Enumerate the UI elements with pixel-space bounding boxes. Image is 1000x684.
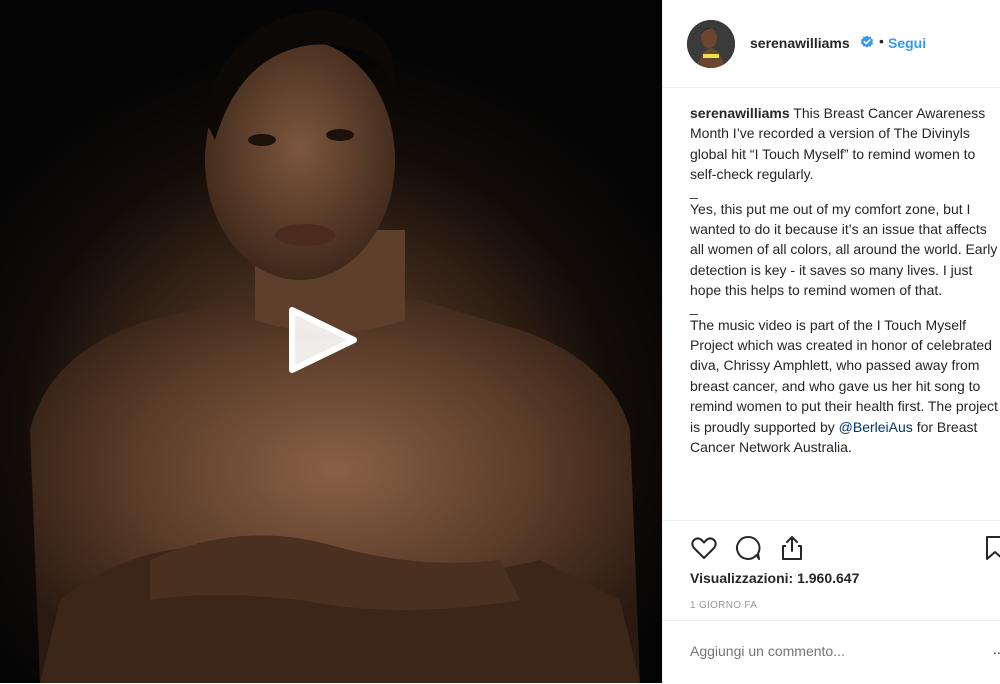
post-caption: serenawilliams This Breast Cancer Awaren…	[690, 103, 1000, 458]
post-modal: serenawilliams • Segui serenawilliams Th…	[0, 0, 1000, 683]
comment-input[interactable]	[690, 643, 970, 659]
caption-paragraph: Yes, this put me out of my comfort zone,…	[690, 200, 998, 299]
mention-link[interactable]: @BerleiAus	[839, 419, 913, 435]
caption-separator: _	[690, 298, 698, 315]
username-link[interactable]: serenawilliams	[750, 35, 850, 51]
caption-separator: _	[690, 182, 698, 199]
post-video[interactable]	[0, 0, 662, 683]
action-bar	[663, 520, 1000, 573]
avatar-image	[687, 20, 735, 68]
caption-paragraph: The music video is part of the I Touch M…	[690, 316, 998, 435]
bookmark-icon[interactable]	[981, 534, 1000, 562]
post-sidebar: serenawilliams • Segui serenawilliams Th…	[662, 0, 1000, 683]
separator-dot: •	[879, 33, 884, 49]
more-options[interactable]: ...	[993, 641, 1000, 657]
verified-badge-icon	[860, 35, 874, 48]
heart-icon[interactable]	[690, 534, 718, 562]
comment-box: ...	[663, 620, 1000, 684]
post-timestamp: 1 GIORNO FA	[690, 600, 758, 611]
caption-username[interactable]: serenawilliams	[690, 105, 790, 121]
avatar[interactable]	[687, 20, 735, 68]
follow-button[interactable]: Segui	[888, 35, 926, 51]
play-icon[interactable]	[282, 300, 362, 380]
comment-icon[interactable]	[734, 534, 762, 562]
share-icon[interactable]	[778, 534, 806, 562]
view-count: Visualizzazioni: 1.960.647	[690, 570, 860, 586]
post-header: serenawilliams • Segui	[663, 0, 1000, 88]
